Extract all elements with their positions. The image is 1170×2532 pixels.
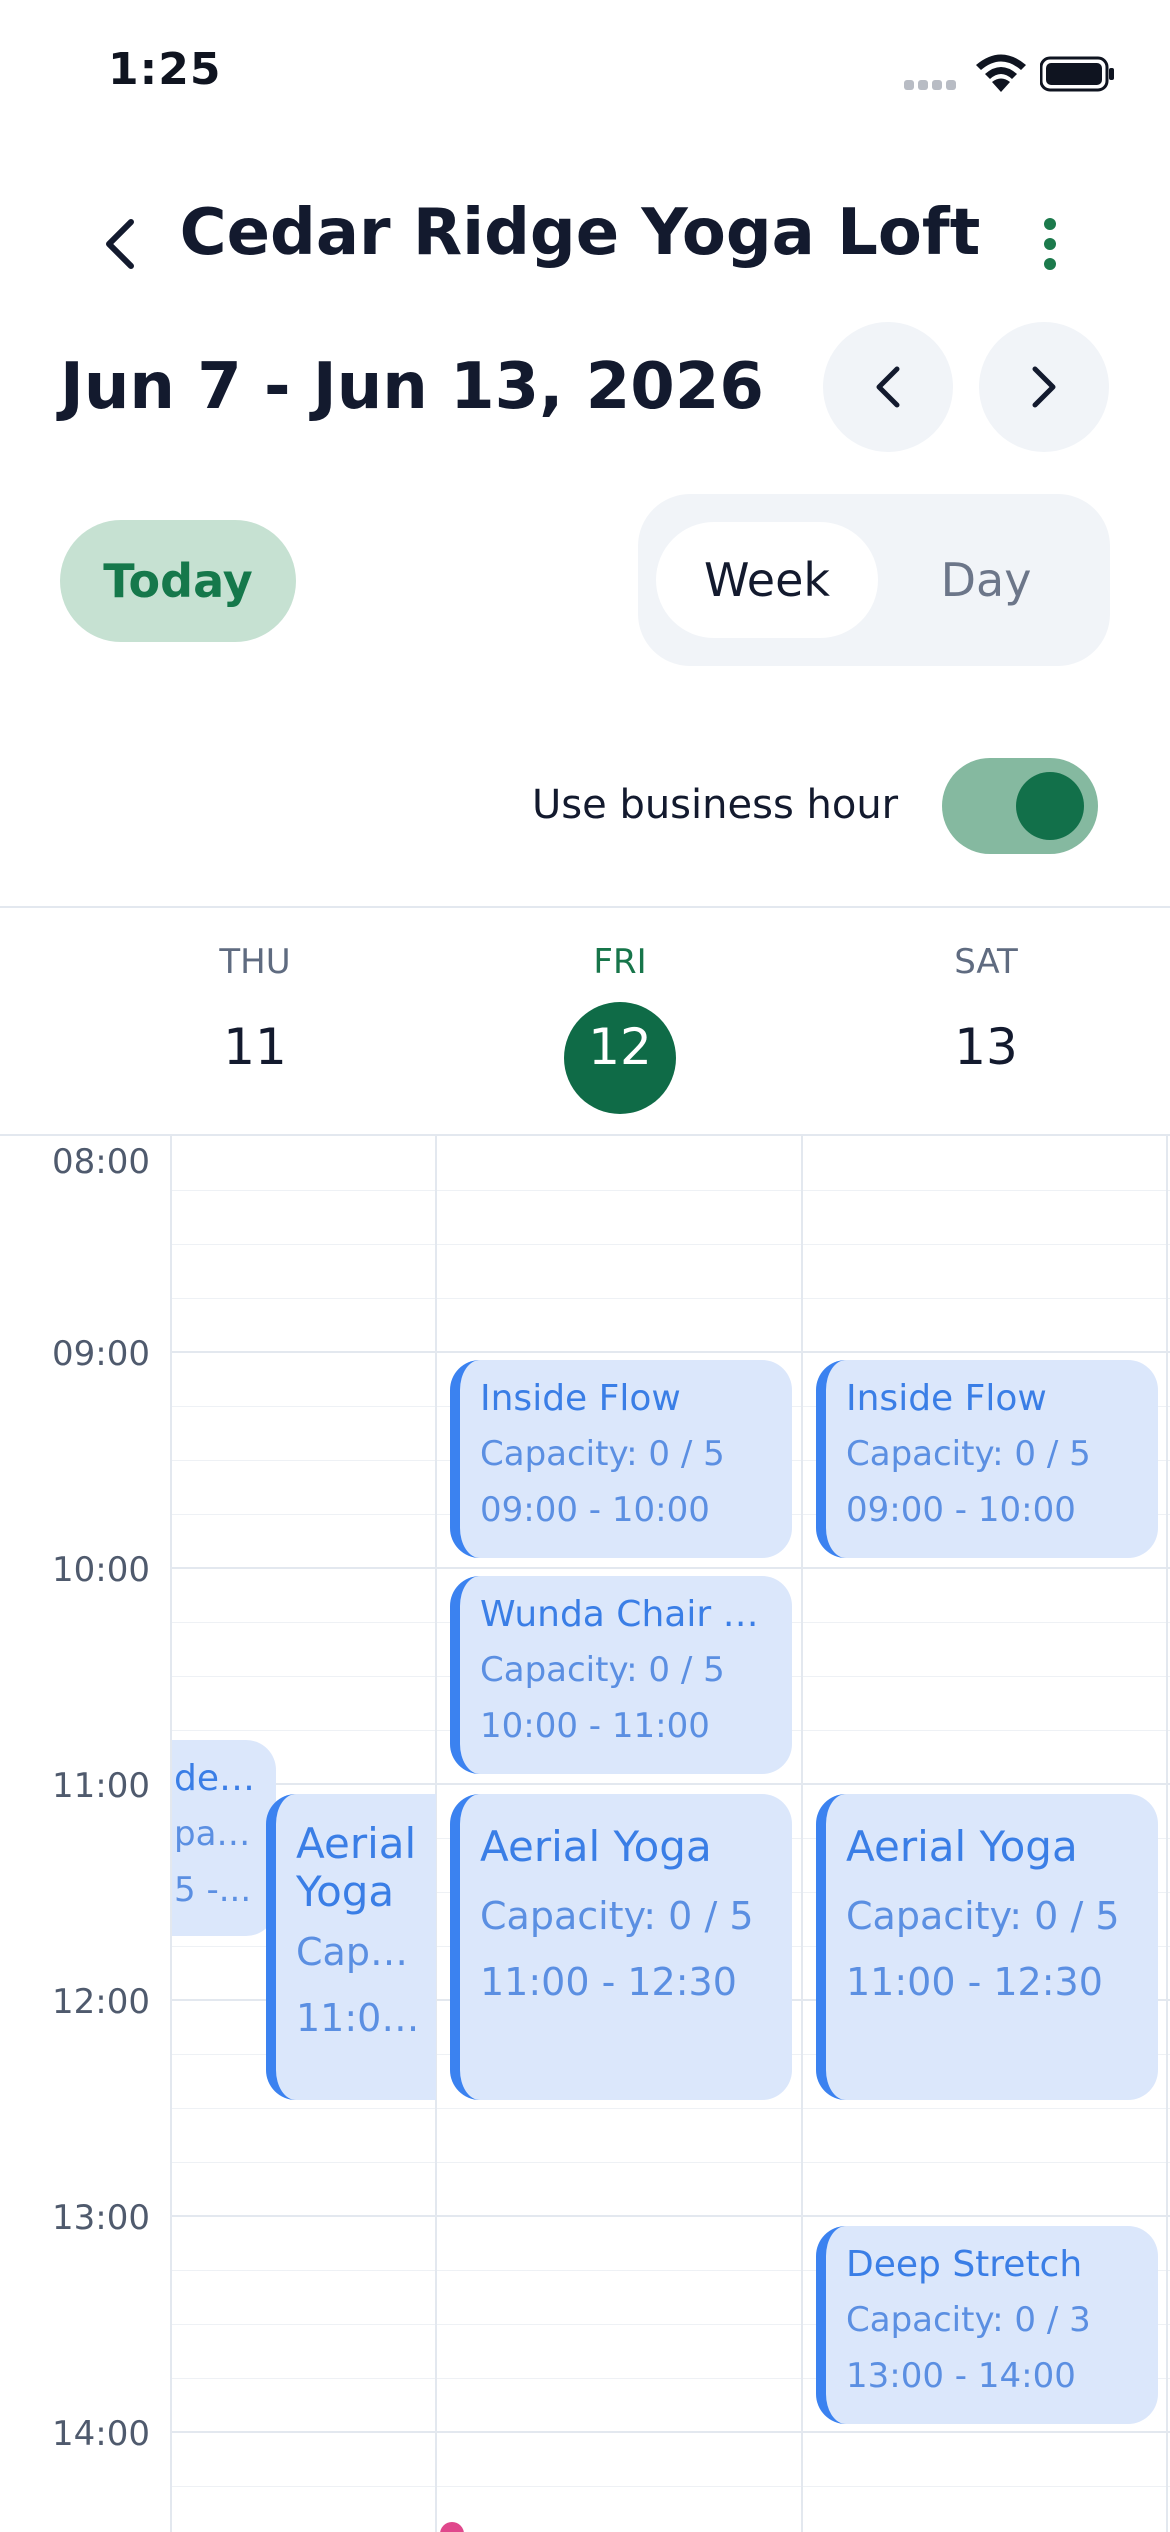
time-label: 11:00: [52, 1766, 150, 1806]
cellular-signal-icon: [904, 80, 960, 90]
event-card[interactable]: Inside Flow Capacity: 0 / 5 09:00 - 10:0…: [816, 1360, 1158, 1558]
day-column-header-thu[interactable]: THU 11: [105, 908, 405, 1138]
calendar-grid[interactable]: 08:00 09:00 10:00 11:00 12:00 13:00 14:0…: [0, 1136, 1170, 2532]
wifi-icon: [976, 54, 1026, 92]
event-time: 13:00 - 14:00: [846, 2356, 1076, 2396]
event-capacity: Capacity: 0 / 5: [846, 1894, 1120, 1938]
event-capacity: Capac...: [296, 1930, 424, 1974]
time-label: 14:00: [52, 2414, 150, 2454]
event-card[interactable]: Aerial Yoga Capac... 11:00 ...: [266, 1794, 436, 2100]
event-title: Aerial Yoga: [480, 1822, 712, 1871]
event-time: 11:00 ...: [296, 1996, 424, 2040]
date-range-label: Jun 7 - Jun 13, 2026: [60, 350, 764, 424]
time-label: 13:00: [52, 2198, 150, 2238]
event-title: Inside Flow: [846, 1378, 1047, 1419]
toggle-knob: [1016, 772, 1084, 840]
event-capacity: Capacity: 0 / 5: [480, 1650, 725, 1690]
time-label: 12:00: [52, 1982, 150, 2022]
page-title: Cedar Ridge Yoga Loft: [179, 196, 981, 270]
event-time: 11:00 - 12:30: [846, 1960, 1103, 2004]
time-label: 08:00: [52, 1142, 150, 1182]
event-capacity: Capacity: 0 / 3: [846, 2300, 1091, 2340]
more-options-button[interactable]: [1020, 204, 1080, 284]
event-card[interactable]: Aerial Yoga Capacity: 0 / 5 11:00 - 12:3…: [816, 1794, 1158, 2100]
previous-week-button[interactable]: [823, 322, 953, 452]
day-column-header-sat[interactable]: SAT 13: [836, 908, 1136, 1138]
day-header-row: THU 11 FRI 12 SAT 13: [0, 906, 1170, 1136]
day-number: 11: [223, 1018, 287, 1076]
event-title: de ...: [174, 1758, 264, 1799]
battery-icon: [1040, 56, 1114, 92]
event-capacity: paci...: [174, 1814, 264, 1854]
event-card[interactable]: de ... paci... 5 -...: [172, 1740, 276, 1936]
event-time: 10:00 - 11:00: [480, 1706, 710, 1746]
event-card[interactable]: Deep Stretch Capacity: 0 / 3 13:00 - 14:…: [816, 2226, 1158, 2424]
event-title: Aerial Yoga: [846, 1822, 1078, 1871]
event-capacity: Capacity: 0 / 5: [480, 1894, 754, 1938]
chevron-left-icon: [106, 219, 134, 269]
event-time: 11:00 - 12:30: [480, 1960, 737, 2004]
status-time: 1:25: [108, 44, 222, 95]
business-hour-toggle[interactable]: [942, 758, 1098, 854]
back-button[interactable]: [88, 208, 152, 280]
week-view-tab[interactable]: Week: [656, 522, 878, 638]
next-week-button[interactable]: [979, 322, 1109, 452]
status-bar: 1:25: [0, 0, 1170, 150]
day-number: 13: [954, 1018, 1018, 1076]
event-title: Inside Flow: [480, 1378, 681, 1419]
chevron-left-icon: [876, 366, 900, 408]
time-label: 09:00: [52, 1334, 150, 1374]
event-card[interactable]: Wunda Chair B... Capacity: 0 / 5 10:00 -…: [450, 1576, 792, 1774]
view-toggle: Week Day: [638, 494, 1110, 666]
more-vertical-icon: [1044, 218, 1056, 230]
event-time: 5 -...: [174, 1870, 252, 1910]
event-card[interactable]: Aerial Yoga Capacity: 0 / 5 11:00 - 12:3…: [450, 1794, 792, 2100]
event-title: Wunda Chair B...: [480, 1594, 780, 1635]
today-button[interactable]: Today: [60, 520, 296, 642]
day-name: FRI: [593, 942, 647, 982]
event-capacity: Capacity: 0 / 5: [846, 1434, 1091, 1474]
business-hour-label: Use business hour: [532, 782, 899, 828]
event-title: Deep Stretch: [846, 2244, 1083, 2285]
event-title: Aerial Yoga: [296, 1820, 417, 1916]
day-name: SAT: [954, 942, 1018, 982]
event-time: 09:00 - 10:00: [480, 1490, 710, 1530]
day-name: THU: [219, 942, 291, 982]
day-column-header-fri[interactable]: FRI 12: [470, 908, 770, 1138]
event-card[interactable]: Inside Flow Capacity: 0 / 5 09:00 - 10:0…: [450, 1360, 792, 1558]
time-label: 10:00: [52, 1550, 150, 1590]
event-capacity: Capacity: 0 / 5: [480, 1434, 725, 1474]
day-number: 12: [588, 1018, 652, 1076]
current-time-indicator: [440, 2522, 464, 2532]
chevron-right-icon: [1032, 366, 1056, 408]
event-time: 09:00 - 10:00: [846, 1490, 1076, 1530]
day-view-tab[interactable]: Day: [878, 522, 1094, 638]
